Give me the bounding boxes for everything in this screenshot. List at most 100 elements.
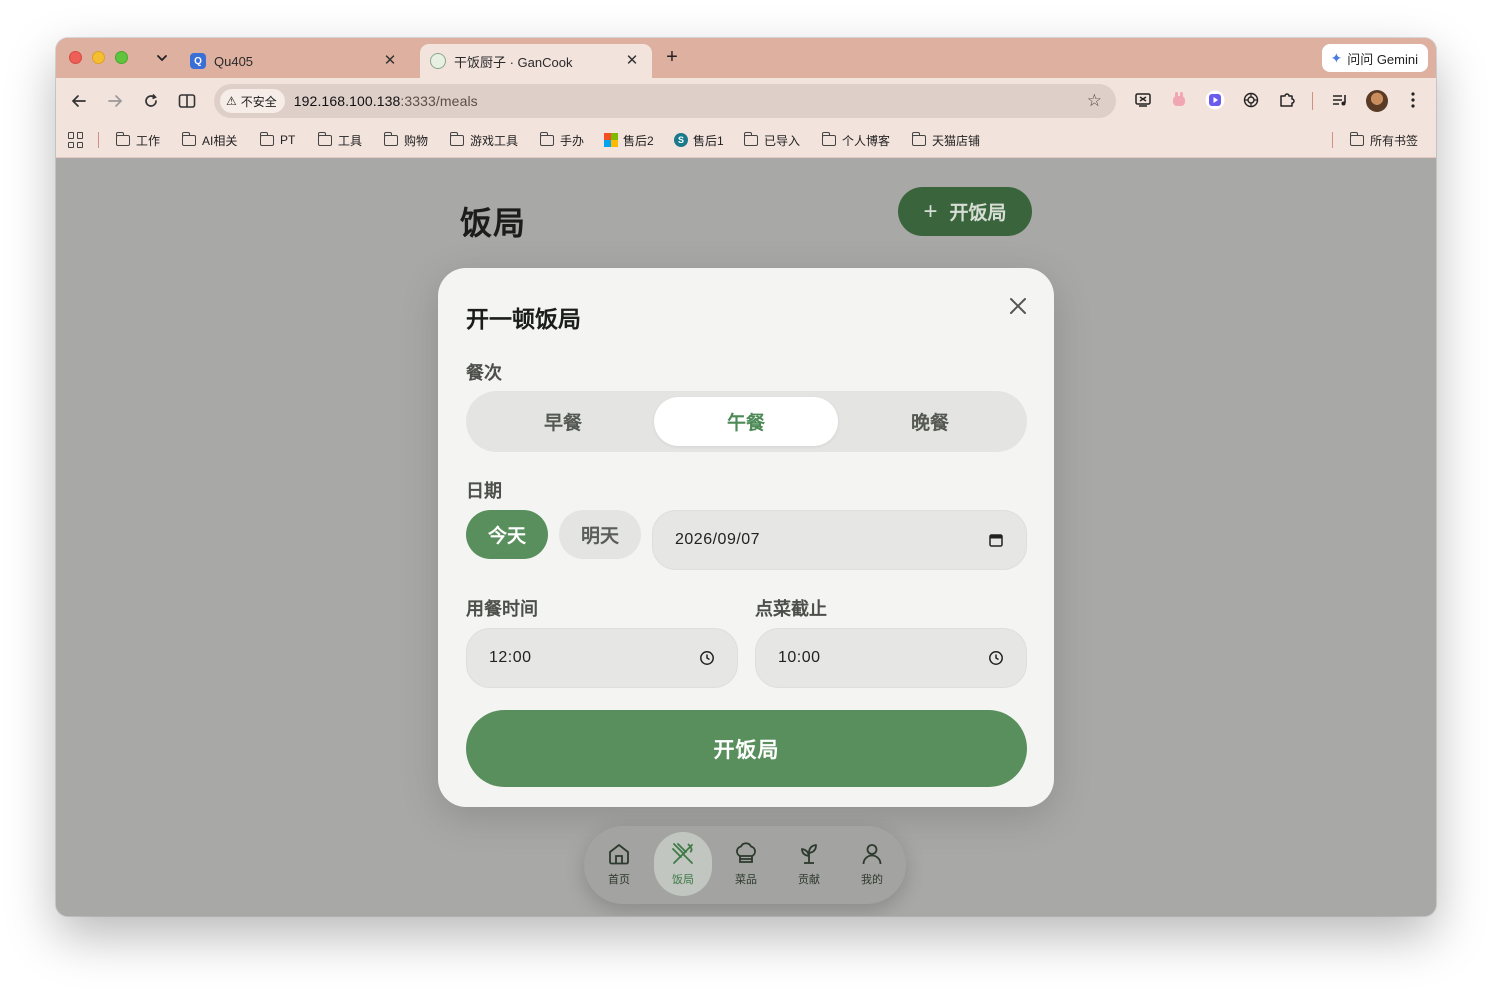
folder-icon (115, 131, 130, 146)
nav-item-contribute[interactable]: 贡献 (780, 832, 838, 896)
bookmark-folder[interactable]: 个人博客 (821, 130, 890, 150)
new-meal-button[interactable]: + 开饭局 (898, 187, 1032, 236)
close-window-button[interactable] (69, 51, 82, 64)
profile-avatar[interactable] (1366, 90, 1388, 112)
security-indicator[interactable]: ⚠ 不安全 (220, 89, 285, 113)
bookmark-folder[interactable]: 工具 (317, 130, 363, 150)
bookmark-folder[interactable]: 已导入 (743, 130, 800, 150)
nav-label: 菜品 (735, 874, 757, 886)
bookmark-folder[interactable]: PT (259, 130, 295, 150)
bookmark-link[interactable]: S 售后1 (674, 130, 724, 150)
reload-icon[interactable] (140, 90, 162, 112)
bookmark-label: 售后2 (623, 133, 654, 148)
url-path: :3333/meals (400, 93, 478, 109)
bottom-navigation: 首页 饭局 菜品 贡献 我的 (584, 826, 906, 904)
extensions-puzzle-icon[interactable] (1277, 90, 1297, 110)
bookmark-label: 购物 (404, 133, 429, 148)
nav-label: 饭局 (672, 874, 694, 886)
media-queue-icon[interactable] (1330, 90, 1350, 110)
gemini-sparkle-icon: ✦ (1330, 49, 1343, 66)
page-content: 饭局 + 开饭局 开一顿饭局 餐次 早餐 午餐 晚餐 日期 今天 明天 2026… (56, 158, 1436, 916)
home-icon (609, 844, 629, 865)
zoom-window-button[interactable] (115, 51, 128, 64)
gancook-icon (430, 53, 446, 69)
close-tab-icon[interactable]: ✕ (624, 53, 640, 69)
bookmark-folder[interactable]: 购物 (383, 130, 429, 150)
browser-toolbar: ⚠ 不安全 192.168.100.138:3333/meals ☆ (56, 78, 1436, 122)
minimize-window-button[interactable] (92, 51, 105, 64)
meal-time-label: 用餐时间 (466, 599, 538, 619)
close-tab-icon[interactable]: ✕ (382, 53, 398, 69)
tab-qu405[interactable]: Q Qu405 ✕ (182, 44, 410, 78)
utensils-icon (672, 843, 693, 864)
new-tab-button[interactable]: + (662, 47, 682, 68)
nav-item-home[interactable]: 首页 (590, 832, 648, 896)
tomorrow-chip[interactable]: 明天 (559, 510, 641, 559)
bookmark-label: 天猫店铺 (932, 133, 981, 148)
browser-window: Q Qu405 ✕ 干饭厨子 · GanCook ✕ + ✦ 问问 Gemini (56, 38, 1436, 916)
security-label: 不安全 (240, 94, 277, 109)
all-bookmarks-folder[interactable]: 所有书签 (1349, 130, 1418, 150)
bookmark-label: 售后1 (693, 133, 724, 148)
folder-icon (181, 131, 196, 146)
address-bar[interactable]: ⚠ 不安全 192.168.100.138:3333/meals ☆ (214, 84, 1116, 118)
nav-item-meals[interactable]: 饭局 (654, 832, 712, 896)
today-chip[interactable]: 今天 (466, 510, 548, 559)
url-host: 192.168.100.138 (293, 93, 401, 109)
user-icon (862, 844, 882, 865)
nav-item-dishes[interactable]: 菜品 (717, 832, 775, 896)
openai-extension-icon[interactable] (1241, 90, 1261, 110)
date-input[interactable]: 2026/09/07 (652, 510, 1027, 570)
browser-menu-icon[interactable] (1403, 90, 1423, 110)
bookmarks-bar: 工作 AI相关 PT 工具 购物 游戏工具 手办 售后2 S 售后1 已导入 个人… (56, 122, 1436, 158)
bookmark-link[interactable]: 售后2 (604, 130, 654, 150)
sharepoint-logo-icon: S (674, 133, 688, 147)
create-meal-submit-button[interactable]: 开饭局 (466, 710, 1027, 787)
video-extension-icon[interactable] (1205, 90, 1225, 110)
bookmark-folder[interactable]: AI相关 (181, 130, 238, 150)
bunny-extension-icon[interactable] (1169, 90, 1189, 110)
screenshot-extension-icon[interactable] (1133, 90, 1153, 110)
bookmark-folder[interactable]: 工作 (115, 130, 160, 150)
meal-option-dinner[interactable]: 晚餐 (838, 397, 1022, 446)
bookmark-label: 工具 (338, 133, 363, 148)
clock-icon[interactable] (988, 650, 1004, 666)
nav-label: 我的 (861, 874, 883, 886)
bookmark-star-icon[interactable]: ☆ (1087, 91, 1102, 111)
tab-gancook[interactable]: 干饭厨子 · GanCook ✕ (420, 44, 652, 78)
folder-icon (449, 131, 464, 146)
folder-icon (821, 131, 836, 146)
bookmark-folder[interactable]: 游戏工具 (449, 130, 518, 150)
microsoft-logo-icon (604, 133, 618, 147)
forward-arrow-icon[interactable] (104, 90, 126, 112)
split-view-icon[interactable] (176, 90, 198, 112)
back-arrow-icon[interactable] (68, 90, 90, 112)
gemini-label: 问问 Gemini (1347, 51, 1418, 67)
bookmark-folder[interactable]: 手办 (539, 130, 584, 150)
create-meal-dialog: 开一顿饭局 餐次 早餐 午餐 晚餐 日期 今天 明天 2026/09/07 用餐… (438, 268, 1054, 807)
close-icon[interactable] (1006, 294, 1030, 318)
page-title: 饭局 (460, 205, 527, 241)
meal-time-value: 12:00 (489, 649, 532, 666)
folder-icon (743, 131, 758, 146)
toolbar-divider (1312, 92, 1313, 110)
tab-search-chevron-icon[interactable] (154, 50, 170, 66)
bookmarks-divider (98, 132, 99, 148)
meal-option-breakfast[interactable]: 早餐 (471, 397, 655, 446)
calendar-icon[interactable] (988, 532, 1004, 548)
sprout-icon (801, 844, 817, 864)
meal-time-input[interactable]: 12:00 (466, 628, 738, 688)
date-value: 2026/09/07 (675, 531, 761, 548)
meal-option-lunch[interactable]: 午餐 (654, 397, 838, 446)
folder-icon (383, 131, 398, 146)
url-text[interactable]: 192.168.100.138:3333/meals (294, 93, 478, 109)
warning-triangle-icon: ⚠ (226, 94, 237, 108)
order-deadline-input[interactable]: 10:00 (755, 628, 1027, 688)
bookmark-label: AI相关 (202, 133, 238, 148)
clock-icon[interactable] (699, 650, 715, 666)
nav-item-profile[interactable]: 我的 (843, 832, 901, 896)
bookmark-folder[interactable]: 天猫店铺 (911, 130, 981, 150)
gemini-button[interactable]: ✦ 问问 Gemini (1322, 44, 1428, 72)
folder-icon (317, 131, 332, 146)
apps-grid-icon[interactable] (68, 132, 84, 148)
